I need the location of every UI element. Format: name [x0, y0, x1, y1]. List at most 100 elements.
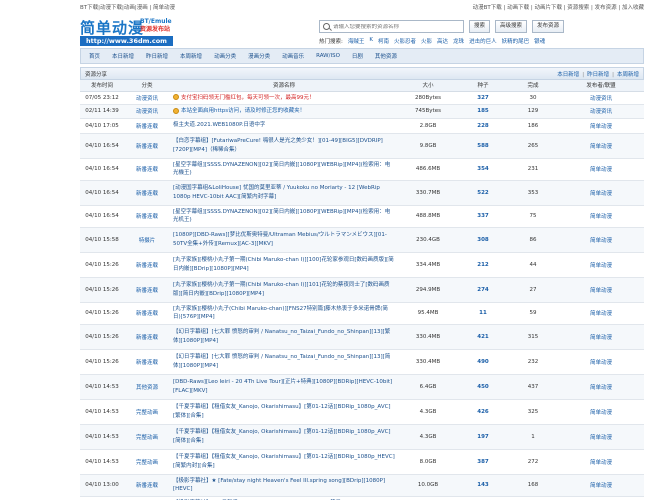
hot-keyword[interactable]: 柯南: [378, 37, 389, 45]
nav-item[interactable]: 本周新增: [175, 52, 207, 60]
cell-publisher[interactable]: 简单动漫: [558, 399, 644, 425]
cell-category[interactable]: 动漫资讯: [124, 91, 170, 105]
advanced-search-button[interactable]: 高级搜索: [495, 20, 528, 33]
title-text[interactable]: 【极影字幕社】★ [Fate/stay night Heaven's Feel …: [173, 478, 385, 493]
hot-keyword[interactable]: 妖精的尾巴: [502, 37, 530, 45]
cell-publisher[interactable]: 简单动漫: [558, 374, 644, 400]
cell-title[interactable]: 【幻日字幕组】[七大罪 愤怒的审判 / Nanatsu_no_Taizai_Fu…: [170, 349, 398, 375]
title-text[interactable]: 本站全面启用https访问，请及时修正您的收藏夹！: [181, 108, 305, 114]
cell-title[interactable]: [DBD-Raws][Leo Ieiri - 20 4Th Live Tour]…: [170, 374, 398, 400]
search-input[interactable]: [333, 23, 458, 30]
title-text[interactable]: 支付宝扫码领无门槛红包，每天可领一次，最高99元！: [181, 95, 315, 101]
cell-category[interactable]: 新番连载: [124, 252, 170, 278]
cell-category[interactable]: 动漫资讯: [124, 104, 170, 119]
cell-title[interactable]: [丸子家族][樱桃小丸子第一期(Chibi Maruko-chan I)][10…: [170, 252, 398, 278]
cell-title[interactable]: 【极影字幕社】★ [Fate/stay night Heaven's Feel …: [170, 474, 398, 497]
cell-category[interactable]: 新番连载: [124, 133, 170, 159]
cell-title[interactable]: 【极影字幕社】★ 4月新番 [SSSS.DYNAZENON][02][1080P…: [170, 496, 398, 500]
title-text[interactable]: 【千夏字幕组】【租借女友_Kanojo, Okarishimasu】[第01-1…: [173, 454, 395, 469]
cell-title[interactable]: 【千夏字幕组】【租借女友_Kanojo, Okarishimasu】[第01-1…: [170, 449, 398, 475]
title-text[interactable]: [动漫国字幕组&LoliHouse] 忧国的莫里亚蒂 / Yuukoku no …: [173, 185, 380, 200]
title-text[interactable]: 【白恋字幕组】[FutariwaPreCure! 嗨很人是光之美少女！][01-…: [173, 138, 383, 153]
cell-publisher[interactable]: 简单动漫: [558, 180, 644, 206]
hot-keyword[interactable]: 银魂: [534, 37, 545, 45]
title-text[interactable]: 【幻日字幕组】[七大罪 愤怒的审判 / Nanatsu_no_Taizai_Fu…: [173, 354, 390, 369]
title-text[interactable]: [星空字幕组][SSSS.DYNAZENON][02][简日内嵌][1080P]…: [173, 209, 390, 224]
cell-category[interactable]: 新番连载: [124, 496, 170, 500]
cell-publisher[interactable]: 简单动漫: [558, 302, 644, 325]
nav-item[interactable]: 动画音乐: [277, 52, 309, 60]
cell-publisher[interactable]: 简单动漫: [558, 424, 644, 450]
cell-title[interactable]: [丸子家族][樱桃小丸子(Chibi Maruko-chan)][FNS27特别…: [170, 302, 398, 325]
column-header[interactable]: 分类: [124, 80, 170, 92]
panel-link[interactable]: 本日新增: [557, 72, 579, 78]
cell-category[interactable]: 特摄片: [124, 227, 170, 253]
cell-title[interactable]: 支付宝扫码领无门槛红包，每天可领一次，最高99元！: [170, 91, 398, 105]
hot-keyword[interactable]: 海贼王: [348, 37, 365, 45]
title-text[interactable]: 【幻日字幕组】[七大罪 愤怒的审判 / Nanatsu_no_Taizai_Fu…: [173, 329, 390, 344]
title-text[interactable]: [丸子家族][樱桃小丸子第一期(Chibi Maruko-chan I)][10…: [173, 282, 389, 297]
hot-keyword[interactable]: 高达: [437, 37, 448, 45]
cell-title[interactable]: 【千夏字幕组】【租借女友_Kanojo, Okarishimasu】[第01-1…: [170, 399, 398, 425]
cell-publisher[interactable]: 简单动漫: [558, 496, 644, 500]
cell-title[interactable]: [星空字幕组][SSSS.DYNAZENON][02][简日内嵌][1080P]…: [170, 158, 398, 181]
cell-category[interactable]: 完整动画: [124, 449, 170, 475]
column-header[interactable]: 种子: [458, 80, 508, 92]
cell-publisher[interactable]: 简单动漫: [558, 474, 644, 497]
cell-title[interactable]: 【千夏字幕组】【租借女友_Kanojo, Okarishimasu】[第01-1…: [170, 424, 398, 450]
hot-keyword[interactable]: 进击的巨人: [469, 37, 497, 45]
cell-category[interactable]: 新番连载: [124, 118, 170, 134]
title-text[interactable]: 【千夏字幕组】【租借女友_Kanojo, Okarishimasu】[第01-1…: [173, 404, 391, 419]
cell-category[interactable]: 新番连载: [124, 180, 170, 206]
nav-item[interactable]: 昨日新增: [141, 52, 173, 60]
cell-title[interactable]: [星空字幕组][SSSS.DYNAZENON][02][简日内嵌][1080P]…: [170, 205, 398, 228]
cell-category[interactable]: 新番连载: [124, 277, 170, 303]
hot-keyword[interactable]: 龙珠: [453, 37, 464, 45]
publish-button[interactable]: 发布资源: [532, 20, 565, 33]
cell-title[interactable]: 【幻日字幕组】[七大罪 愤怒的审判 / Nanatsu_no_Taizai_Fu…: [170, 324, 398, 350]
cell-title[interactable]: 极主夫道.2021.WEB1080P.日语中字: [170, 118, 398, 134]
hot-keyword[interactable]: 火影忍者: [394, 37, 416, 45]
nav-item[interactable]: 漫画分类: [243, 52, 275, 60]
nav-item[interactable]: 日剧: [347, 52, 368, 60]
column-header[interactable]: 发布者/联盟: [558, 80, 644, 92]
cell-publisher[interactable]: 简单动漫: [558, 449, 644, 475]
cell-publisher[interactable]: 简单动漫: [558, 252, 644, 278]
hot-keyword[interactable]: K: [369, 37, 373, 45]
title-text[interactable]: [DBD-Raws][Leo Ieiri - 20 4Th Live Tour]…: [173, 379, 392, 394]
column-header[interactable]: 发布时间: [80, 80, 124, 92]
cell-category[interactable]: 新番连载: [124, 474, 170, 497]
column-header[interactable]: 完成: [508, 80, 558, 92]
title-text[interactable]: [丸子家族][樱桃小丸子第一期(Chibi Maruko-chan I)][10…: [173, 257, 394, 272]
cell-title[interactable]: [1080P][DBD-Raws][梦比优斯奥特曼/Ultraman Mebiu…: [170, 227, 398, 253]
cell-publisher[interactable]: 简单动漫: [558, 349, 644, 375]
cell-category[interactable]: 新番连载: [124, 349, 170, 375]
cell-publisher[interactable]: 简单动漫: [558, 324, 644, 350]
cell-title[interactable]: [动漫国字幕组&LoliHouse] 忧国的莫里亚蒂 / Yuukoku no …: [170, 180, 398, 206]
nav-item[interactable]: 其他资源: [370, 52, 402, 60]
column-header[interactable]: 大小: [398, 80, 458, 92]
cell-category[interactable]: 其他资源: [124, 374, 170, 400]
title-text[interactable]: 【千夏字幕组】【租借女友_Kanojo, Okarishimasu】[第01-1…: [173, 429, 391, 444]
nav-item[interactable]: RAW/ISO: [311, 53, 345, 59]
cell-publisher[interactable]: 简单动漫: [558, 227, 644, 253]
search-button[interactable]: 搜索: [469, 20, 491, 33]
title-text[interactable]: [丸子家族][樱桃小丸子(Chibi Maruko-chan)][FNS27特别…: [173, 306, 388, 321]
title-text[interactable]: [星空字幕组][SSSS.DYNAZENON][02][简日内嵌][1080P]…: [173, 162, 390, 177]
cell-publisher[interactable]: 简单动漫: [558, 205, 644, 228]
cell-title[interactable]: 【白恋字幕组】[FutariwaPreCure! 嗨很人是光之美少女！][01-…: [170, 133, 398, 159]
cell-publisher[interactable]: 简单动漫: [558, 277, 644, 303]
panel-link[interactable]: 昨日新增: [587, 72, 609, 78]
search-box[interactable]: [319, 20, 464, 33]
cell-publisher[interactable]: 简单动漫: [558, 158, 644, 181]
panel-link[interactable]: 本周新增: [617, 72, 639, 78]
hot-keyword[interactable]: 火影: [421, 37, 432, 45]
title-text[interactable]: [1080P][DBD-Raws][梦比优斯奥特曼/Ultraman Mebiu…: [173, 232, 387, 247]
cell-title[interactable]: [丸子家族][樱桃小丸子第一期(Chibi Maruko-chan I)][10…: [170, 277, 398, 303]
cell-category[interactable]: 新番连载: [124, 205, 170, 228]
nav-item[interactable]: 首页: [84, 52, 105, 60]
cell-category[interactable]: 完整动画: [124, 424, 170, 450]
site-logo[interactable]: 简单动漫 BT/Emule 资源发布站 http://www.36dm.com: [80, 18, 176, 47]
top-bar-links[interactable]: 动漫BT下载 | 动画下载 | 动画片下载 | 资源搜索 | 发布资源 | 加入…: [473, 3, 644, 11]
title-text[interactable]: 极主夫道.2021.WEB1080P.日语中字: [173, 122, 265, 128]
